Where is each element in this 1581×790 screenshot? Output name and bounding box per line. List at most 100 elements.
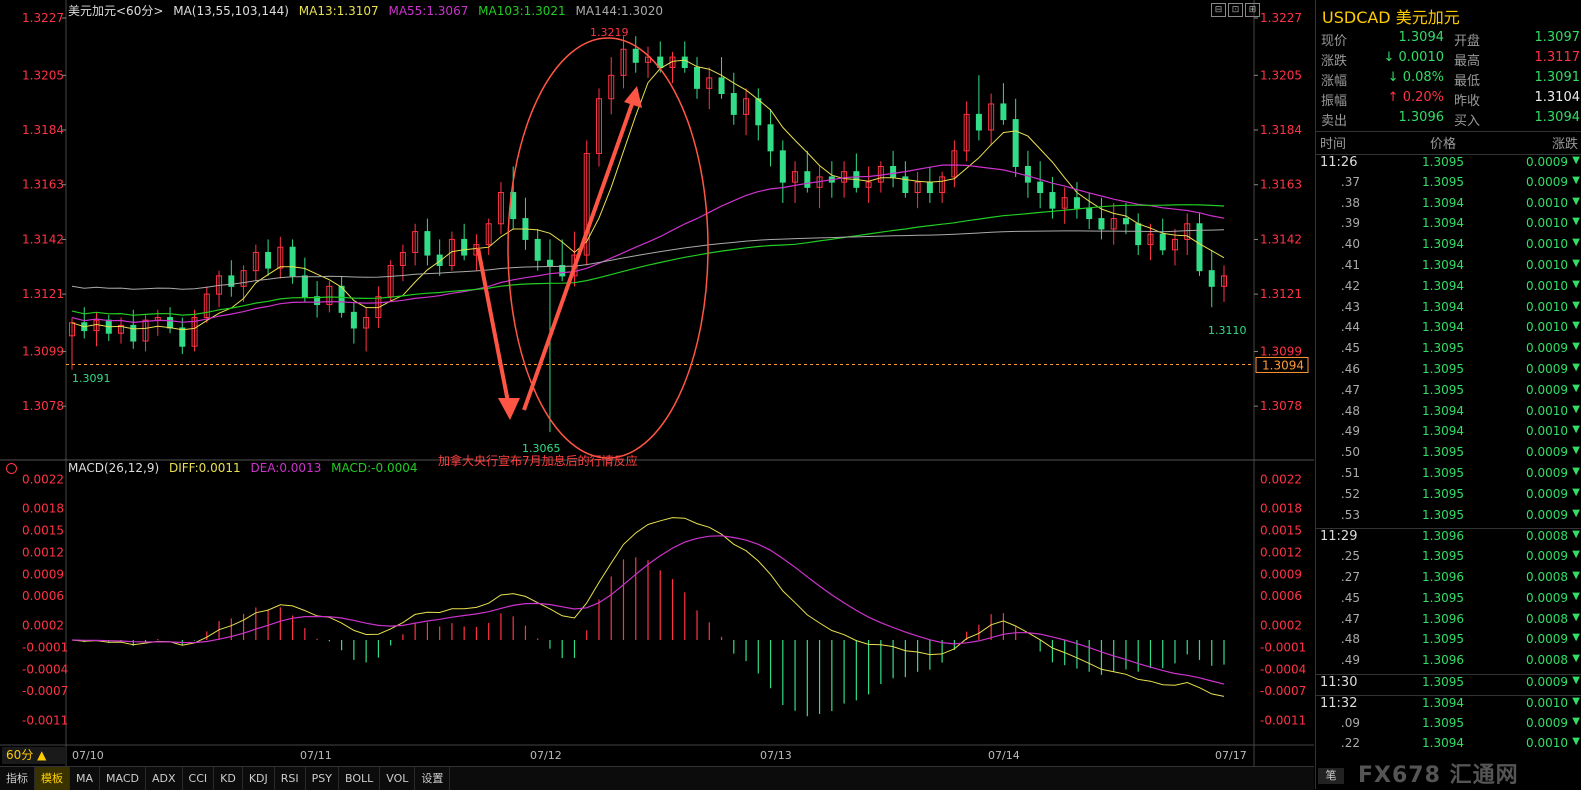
tick-price: 1.3095	[1422, 362, 1464, 376]
candle-body	[350, 311, 357, 329]
tick-row: .44 1.3094 0.0010 ▼	[1316, 320, 1581, 341]
tick-price: 1.3096	[1422, 529, 1464, 544]
tick-change: 0.0009	[1526, 486, 1568, 501]
indicator-tab-2[interactable]: MA	[70, 767, 101, 790]
candle-body	[718, 77, 725, 95]
indicator-tab-9[interactable]: PSY	[306, 767, 339, 790]
quote-label: 昨收	[1454, 94, 1481, 109]
start-low-label: 1.3091	[72, 372, 111, 385]
candle-body	[804, 171, 811, 188]
tick-price: 1.3094	[1422, 299, 1464, 314]
ma13-value: MA13:1.3107	[298, 4, 379, 18]
tick-time: .39	[1340, 216, 1360, 231]
candle-body	[1098, 218, 1105, 230]
price-tick-right: 1.3205	[1260, 68, 1302, 82]
tick-row: .39 1.3094 0.0010 ▼	[1316, 216, 1581, 237]
quote-value: 1.3094	[1398, 30, 1445, 45]
macd-tick-right: 0.0012	[1260, 545, 1302, 559]
x-date-4: 07/14	[988, 749, 1020, 762]
candle-body	[1135, 223, 1142, 246]
tick-row: 11:29 1.3096 0.0008 ▼	[1316, 528, 1581, 550]
tick-time: .48	[1340, 632, 1360, 647]
candle-body	[632, 48, 639, 63]
indicator-tab-4[interactable]: ADX	[146, 767, 183, 790]
candle-body	[1049, 192, 1056, 209]
restore-icon[interactable]: ⊡	[1228, 3, 1243, 17]
current-price-tag: 1.3094	[1262, 358, 1304, 372]
macd-tick-left: 0.0006	[22, 589, 64, 603]
candle-body	[167, 317, 174, 329]
panel-foot-button[interactable]: 笔	[1318, 768, 1344, 784]
candle-body	[755, 98, 762, 126]
candle-body	[1073, 197, 1080, 209]
indicator-tab-11[interactable]: VOL	[380, 767, 416, 790]
candle-body	[694, 66, 701, 89]
indicator-tab-10[interactable]: BOLL	[339, 767, 381, 790]
col-price: 价格	[1430, 137, 1457, 152]
tick-time: .44	[1340, 320, 1360, 335]
price-tick-left: 1.3163	[22, 178, 64, 192]
indicator-tab-12[interactable]: 设置	[415, 767, 451, 790]
candle-body	[559, 264, 566, 277]
tick-time: .47	[1340, 382, 1360, 397]
tick-row: 11:30 1.3095 0.0009 ▼	[1316, 674, 1581, 696]
tick-row: .49 1.3094 0.0010 ▼	[1316, 424, 1581, 445]
candle-body	[1122, 218, 1129, 225]
tick-change: 0.0009	[1526, 549, 1568, 564]
tick-change: 0.0009	[1526, 466, 1568, 480]
ma103-line	[71, 204, 1225, 316]
candle-body	[767, 124, 774, 152]
ma144-line	[71, 229, 1225, 290]
indicator-tab-5[interactable]: CCI	[183, 767, 215, 790]
indicator-tab-6[interactable]: KD	[214, 767, 243, 790]
chart-canvas[interactable]: 1.3227 1.3227 1.3205 1.3205 1.3184 1.3184 1.31…	[0, 0, 1314, 766]
tick-price: 1.3095	[1422, 341, 1464, 356]
indicator-tab-7[interactable]: KDJ	[243, 767, 275, 790]
tick-row: .38 1.3094 0.0010 ▼	[1316, 196, 1581, 217]
quote-value: 1.3094	[1534, 110, 1581, 125]
window-controls: ⊟ ⊡ ⊞	[1211, 3, 1260, 17]
tick-change: 0.0009	[1526, 632, 1568, 647]
tick-change: 0.0010	[1526, 320, 1568, 335]
down-arrow-icon: ▼	[1572, 320, 1580, 332]
tick-row: .25 1.3095 0.0009 ▼	[1316, 549, 1581, 570]
tick-price: 1.3096	[1422, 611, 1464, 626]
indicator-tab-3[interactable]: MACD	[100, 767, 146, 790]
candle-body	[338, 285, 345, 313]
up-arrow-icon	[624, 86, 642, 108]
macd-tick-left: -0.0001	[22, 640, 68, 654]
down-arrow-icon: ▼	[1572, 466, 1580, 477]
tick-change: 0.0009	[1526, 445, 1568, 460]
macd-tick-left: 0.0015	[22, 523, 64, 537]
quote-label: 最高	[1454, 54, 1481, 69]
quote-row: 振幅 ↑ 0.20% 昨收 1.3104	[1316, 90, 1581, 110]
tick-change: 0.0010	[1526, 299, 1568, 314]
quote-label: 开盘	[1454, 34, 1481, 49]
period-button[interactable]: 60分 ▲	[2, 747, 66, 764]
macd-tick-left: 0.0022	[22, 472, 64, 486]
tick-price: 1.3095	[1422, 486, 1464, 501]
indicator-settings-icon[interactable]	[6, 463, 17, 474]
tick-time: .38	[1340, 195, 1360, 210]
tick-row: 11:26 1.3095 0.0009 ▼	[1316, 154, 1581, 176]
tick-price: 1.3096	[1422, 653, 1464, 668]
indicator-tab-1[interactable]: 模板	[35, 767, 70, 790]
macd-tick-left: -0.0007	[22, 684, 68, 698]
indicator-tab-8[interactable]: RSI	[275, 767, 306, 790]
price-tick-left: 1.3078	[22, 399, 64, 413]
diff-value: DIFF:0.0011	[168, 461, 241, 475]
tick-price: 1.3094	[1422, 237, 1464, 252]
quote-row: 现价 1.3094 开盘 1.3097	[1316, 30, 1581, 50]
quote-value: ↓ 0.08%	[1387, 70, 1444, 85]
tick-price: 1.3095	[1422, 445, 1464, 460]
tick-price: 1.3095	[1422, 632, 1464, 647]
indicator-tab-0[interactable]: 指标	[0, 767, 35, 790]
tick-change: 0.0009	[1526, 675, 1568, 689]
minimize-icon[interactable]: ⊟	[1211, 3, 1226, 17]
macd-tick-left: 0.0018	[22, 502, 64, 516]
maximize-icon[interactable]: ⊞	[1245, 3, 1260, 17]
down-arrow-icon: ▼	[1572, 675, 1580, 686]
tick-change: 0.0008	[1526, 611, 1568, 626]
tick-price: 1.3096	[1422, 570, 1464, 584]
ma103-value: MA103:1.3021	[478, 4, 566, 18]
